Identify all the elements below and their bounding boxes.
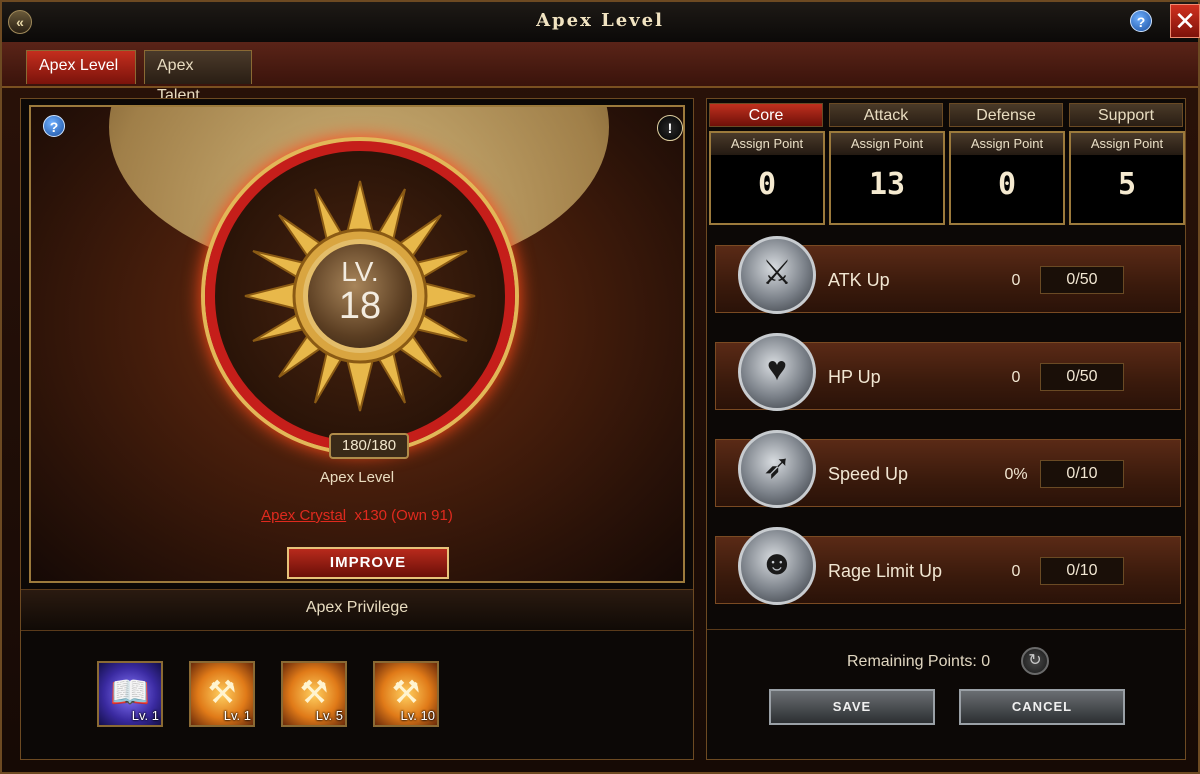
apex-crystal-link[interactable]: Apex Crystal — [261, 507, 346, 524]
assign-point-value: 0 — [757, 167, 777, 202]
level-orb: LV. 18 — [303, 239, 417, 353]
assign-point-value: 5 — [1117, 167, 1137, 202]
cancel-button[interactable]: CANCEL — [959, 689, 1125, 725]
close-button[interactable]: ✕ — [1170, 4, 1200, 38]
skill-name: Rage Limit Up — [828, 561, 943, 581]
reset-button[interactable]: ↻ — [1021, 647, 1049, 675]
skill-value: 0% — [1004, 466, 1028, 483]
hammer-icon: ⚒ — [391, 674, 421, 710]
apex-level-value: 18 — [338, 285, 382, 327]
boot-icon: ➶ — [762, 448, 792, 486]
skill-value: 0 — [1011, 369, 1021, 386]
skill-row-speed-up[interactable]: ➶ Speed Up 0% 0/10 — [715, 430, 1181, 508]
refresh-icon: ↻ — [1028, 652, 1042, 669]
privilege-item[interactable]: ⚒ Lv. 1 — [189, 661, 255, 727]
assign-point-label: Assign Point — [711, 133, 823, 155]
crystal-cost-text: x130 (Own 91) — [354, 507, 453, 524]
tab-core[interactable]: Core — [709, 103, 823, 127]
rage-icon: ☻ — [759, 544, 795, 582]
skill-icon-frame: ⚔ — [738, 236, 816, 314]
skill-name: HP Up — [828, 367, 881, 387]
window-title: Apex Level — [536, 10, 664, 31]
skill-value: 0 — [1011, 563, 1021, 580]
privilege-level: Lv. 1 — [223, 708, 251, 723]
assign-point-defense: Assign Point 0 — [949, 131, 1065, 225]
apex-level-window: « Apex Level ? ✕ Apex Level Apex Talent … — [0, 0, 1200, 774]
assign-point-label: Assign Point — [951, 133, 1063, 155]
remaining-points: Remaining Points: 0 — [847, 653, 991, 670]
skill-value: 0 — [1011, 272, 1021, 289]
skill-name: ATK Up — [828, 270, 890, 290]
assign-point-label: Assign Point — [831, 133, 943, 155]
help-icon[interactable]: ? — [1130, 10, 1152, 32]
tab-apex-talent[interactable]: Apex Talent — [144, 50, 252, 104]
assign-point-support: Assign Point 5 — [1069, 131, 1185, 225]
tab-apex-level[interactable]: Apex Level — [26, 50, 136, 84]
level-progress: 180/180 — [329, 433, 409, 459]
skill-row-rage-limit-up[interactable]: ☻ Rage Limit Up 0 0/10 — [715, 527, 1181, 605]
assign-point-label: Assign Point — [1071, 133, 1183, 155]
close-icon: ✕ — [1174, 6, 1196, 36]
hammer-icon: ⚒ — [207, 674, 237, 710]
skill-points: 0/10 — [1040, 557, 1124, 585]
alert-icon[interactable]: ! — [657, 115, 683, 141]
assign-point-value: 0 — [997, 167, 1017, 202]
apex-artwork: ? ! LV. 18 180/180 Apex Level Apex Cryst… — [29, 105, 685, 583]
privilege-item[interactable]: ⚒ Lv. 10 — [373, 661, 439, 727]
level-prefix: LV. — [341, 256, 379, 287]
apex-points-panel: Core Attack Defense Support Assign Point… — [706, 98, 1186, 760]
assign-point-value: 13 — [868, 167, 906, 202]
privilege-title: Apex Privilege — [305, 599, 409, 616]
privilege-level: Lv. 10 — [400, 708, 435, 723]
hammer-icon: ⚒ — [299, 674, 329, 710]
skill-points: 0/50 — [1040, 363, 1124, 391]
tab-bar: Apex Level Apex Talent — [2, 42, 1198, 104]
tab-support[interactable]: Support — [1069, 103, 1183, 127]
privilege-level: Lv. 5 — [315, 708, 343, 723]
skill-points: 0/50 — [1040, 266, 1124, 294]
privilege-item[interactable]: ⚒ Lv. 5 — [281, 661, 347, 727]
assign-point-attack: Assign Point 13 — [829, 131, 945, 225]
tab-defense[interactable]: Defense — [949, 103, 1063, 127]
skill-name: Speed Up — [828, 464, 909, 484]
apex-level-panel: ? ! LV. 18 180/180 Apex Level Apex Cryst… — [20, 98, 694, 760]
skill-row-atk-up[interactable]: ⚔ ATK Up 0 0/50 — [715, 236, 1181, 314]
save-button[interactable]: SAVE — [769, 689, 935, 725]
sword-icon: ⚔ — [761, 254, 793, 292]
info-help-icon[interactable]: ? — [43, 115, 65, 137]
heart-icon: ♥ — [766, 350, 788, 388]
skill-icon-frame: ➶ — [738, 430, 816, 508]
apex-level-caption: Apex Level — [319, 469, 395, 486]
privilege-level: Lv. 1 — [131, 708, 159, 723]
assign-point-core: Assign Point 0 — [709, 131, 825, 225]
skill-row-hp-up[interactable]: ♥ HP Up 0 0/50 — [715, 333, 1181, 411]
title-bar: « Apex Level ? ✕ — [2, 2, 1200, 44]
apex-crystal-cost: Apex Crystal x130 (Own 91) — [31, 507, 683, 524]
book-icon: 📖 — [110, 674, 150, 710]
improve-button[interactable]: IMPROVE — [287, 547, 449, 579]
skill-points: 0/10 — [1040, 460, 1124, 488]
privilege-item[interactable]: 📖 Lv. 1 — [97, 661, 163, 727]
tab-attack[interactable]: Attack — [829, 103, 943, 127]
skill-icon-frame: ♥ — [738, 333, 816, 411]
skill-icon-frame: ☻ — [738, 527, 816, 605]
divider — [707, 629, 1185, 630]
